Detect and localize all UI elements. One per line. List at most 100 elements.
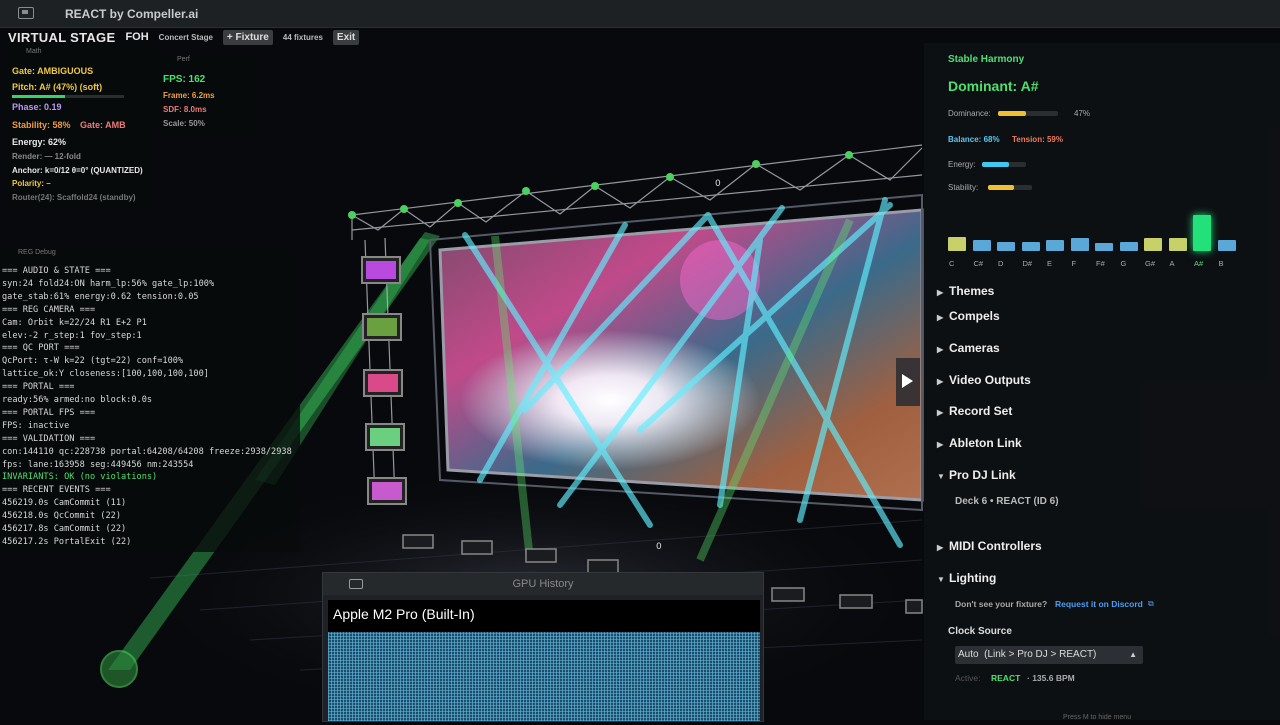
section-ableton-link-label: Ableton Link <box>949 436 1022 450</box>
exit-button[interactable]: Exit <box>332 29 360 45</box>
gpu-history-window[interactable]: GPU History Apple M2 Pro (Built-In) <box>322 572 764 722</box>
chroma-bar <box>1021 242 1040 251</box>
active-bpm: · 135.6 BPM <box>1027 673 1075 683</box>
chroma-note-label: B <box>1218 259 1224 268</box>
reg-debug-line: FPS: inactive <box>2 420 70 431</box>
fixture-count: 44 fixtures <box>282 32 323 42</box>
section-video-outputs[interactable]: ▶ Video Outputs <box>937 373 1031 387</box>
math-anchor: Anchor: k=0/12 θ=0° (QUANTIZED) <box>12 166 143 175</box>
gpu-history-header[interactable]: GPU History <box>323 573 763 595</box>
chevron-down-icon: ▼ <box>937 472 945 481</box>
chroma-note-label: A <box>1169 259 1175 268</box>
section-compels-label: Compels <box>949 309 1000 323</box>
reg-debug-panel: REG Debug === AUDIO & STATE === syn:24 fo… <box>0 244 300 552</box>
chroma-note-label: G# <box>1145 259 1156 268</box>
chevron-right-icon: ▶ <box>937 288 944 297</box>
section-themes-label: Themes <box>949 284 995 298</box>
pitch-level-fill <box>12 95 65 98</box>
reg-debug-title: REG Debug <box>18 249 56 256</box>
dominance-label: Dominance: <box>948 109 991 118</box>
reg-debug-line: 456217.8s CamCommit (22) <box>2 524 127 534</box>
section-compels[interactable]: ▶ Compels <box>937 309 1000 323</box>
dominance-fill <box>998 111 1027 116</box>
chevron-right-icon: ▶ <box>937 408 944 417</box>
chevron-right-icon: ▶ <box>937 543 944 552</box>
perf-panel-title: Perf <box>177 56 190 63</box>
add-fixture-button[interactable]: + Fixture <box>222 29 273 45</box>
chroma-bar <box>1046 240 1064 251</box>
chroma-bar <box>1119 242 1138 251</box>
reg-debug-line: 456219.0s CamCommit (11) <box>2 498 127 509</box>
section-record-set-label: Record Set <box>949 404 1013 418</box>
math-phase: Phase: 0.19 <box>12 102 62 112</box>
harmony-title: Stable Harmony <box>948 54 1025 65</box>
stability-track <box>988 185 1032 190</box>
balance-value: Balance: 68% <box>948 135 1000 144</box>
reg-debug-line: syn:24 fold24:ON harm_lp:56% gate_lp:100… <box>2 278 215 289</box>
section-themes[interactable]: ▶ Themes <box>937 284 994 298</box>
window-title: REACT by Compeller.ai <box>65 7 199 21</box>
reg-debug-line: fps: lane:163958 seg:449456 nm:243554 <box>2 459 194 470</box>
gpu-usage-graph <box>328 632 760 721</box>
section-ableton-link[interactable]: ▶ Ableton Link <box>937 436 1022 450</box>
stability-label: Stability: <box>948 183 979 192</box>
control-side-panel: Stable Harmony Dominant: A# Dominance: 4… <box>924 43 1280 721</box>
active-label: Active: <box>955 673 981 683</box>
perf-panel: Perf FPS: 162 Frame: 6.2ms SDF: 8.0ms Sc… <box>155 52 258 134</box>
math-panel-title: Math <box>26 48 42 55</box>
section-lighting[interactable]: ▼ Lighting <box>937 571 996 585</box>
gpu-device-bar: Apple M2 Pro (Built-In) <box>328 600 760 632</box>
reg-debug-line: gate_stab:61% energy:0.62 tension:0.05 <box>2 291 199 302</box>
venue-selector[interactable]: Concert Stage <box>159 33 213 42</box>
section-pro-dj-link-label: Pro DJ Link <box>949 468 1016 482</box>
chroma-note-label: D <box>998 259 1004 268</box>
chroma-bar <box>1144 238 1162 251</box>
title-bar: REACT by Compeller.ai <box>0 0 1280 28</box>
play-icon <box>902 374 913 388</box>
view-foh-button[interactable]: FOH <box>125 31 148 43</box>
math-stability: Stability: 58% <box>12 120 71 130</box>
dominance-value: 47% <box>1074 109 1091 118</box>
reg-debug-line: === PORTAL FPS === <box>2 407 96 418</box>
reg-debug-line: === RECENT EVENTS === <box>2 485 111 496</box>
chevron-right-icon: ▶ <box>937 440 944 449</box>
reg-debug-line: === QC PORT === <box>2 343 80 354</box>
energy-label: Energy: <box>948 160 976 169</box>
math-pitch: Pitch: A# (47%) (soft) <box>12 82 103 92</box>
chroma-bar <box>1217 240 1236 251</box>
chroma-bar <box>997 242 1015 251</box>
section-cameras-label: Cameras <box>949 341 1000 355</box>
window-icon <box>18 7 34 19</box>
math-panel: Math Gate: AMBIGUOUS Pitch: A# (47%) (so… <box>4 44 154 208</box>
section-midi-controllers[interactable]: ▶ MIDI Controllers <box>937 539 1042 553</box>
reg-debug-line: === REG CAMERA === <box>2 304 96 315</box>
clock-source-value: Auto (Link > Pro DJ > REACT) <box>958 649 1097 660</box>
dominance-track <box>998 111 1058 116</box>
reg-debug-line: === VALIDATION === <box>2 433 96 444</box>
chroma-bar <box>1070 238 1089 251</box>
clock-source-select[interactable]: Auto (Link > Pro DJ > REACT) ▲ <box>955 646 1143 664</box>
chroma-note-label: C <box>949 259 955 268</box>
tension-value: Tension: 59% <box>1012 135 1063 144</box>
reg-debug-line: 456218.0s QcCommit (22) <box>2 511 121 522</box>
math-router: Router(24): Scaffold24 (standby) <box>12 193 136 202</box>
chroma-bar <box>948 236 966 251</box>
section-pro-dj-link[interactable]: ▼ Pro DJ Link <box>937 468 1016 482</box>
math-energy: Energy: 62% <box>12 137 67 147</box>
chroma-note-label: F# <box>1096 259 1105 268</box>
section-lighting-label: Lighting <box>949 571 997 585</box>
dominant-note: Dominant: A# <box>948 78 1039 94</box>
gpu-device-name: Apple M2 Pro (Built-In) <box>333 606 475 622</box>
discord-request-link[interactable]: Request it on Discord <box>1055 599 1143 609</box>
math-render: Render: — 12-fold <box>12 152 81 161</box>
section-record-set[interactable]: ▶ Record Set <box>937 404 1012 418</box>
perf-fps: FPS: 162 <box>163 74 206 85</box>
play-toggle-button[interactable] <box>896 358 920 406</box>
perf-sdf: SDF: 8.0ms <box>163 105 207 114</box>
clock-source-label: Clock Source <box>948 626 1012 637</box>
section-cameras[interactable]: ▶ Cameras <box>937 341 1000 355</box>
reg-debug-line: ready:56% armed:no block:0.0s <box>2 395 153 405</box>
reg-debug-line: QcPort: τ-W k=22 (tgt=22) conf=100% <box>2 356 184 367</box>
chroma-note-label: D# <box>1022 259 1033 268</box>
reg-debug-line: lattice_ok:Y closeness:[100,100,100,100] <box>2 369 209 380</box>
